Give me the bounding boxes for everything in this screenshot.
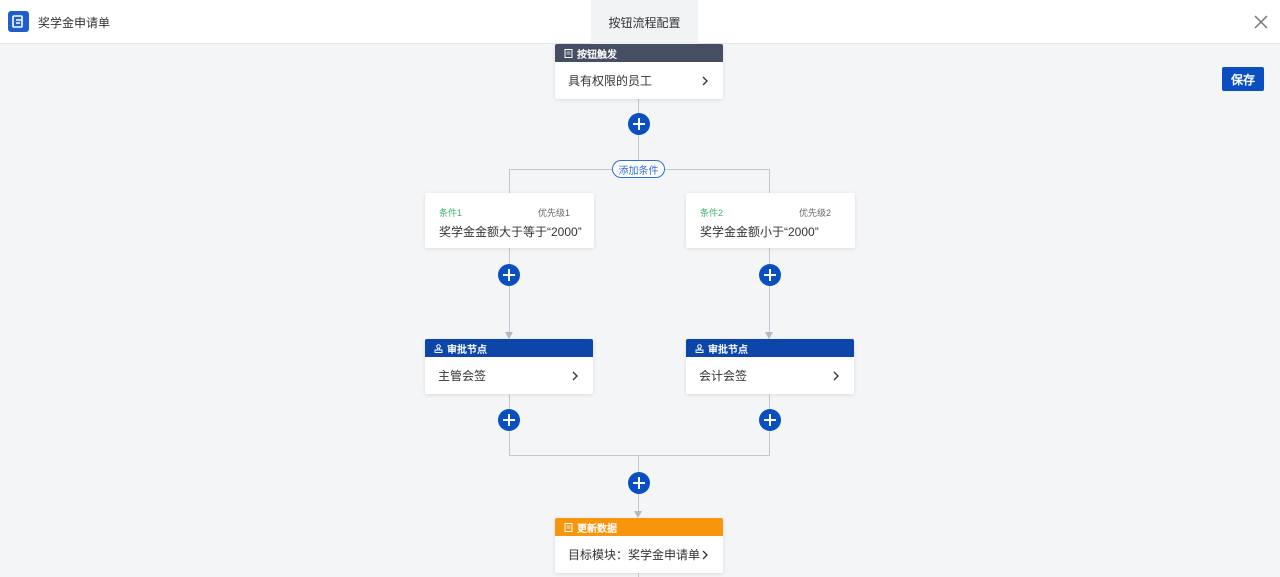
stamp-icon [695,343,704,353]
add-node-button[interactable] [759,264,781,286]
connector [769,169,770,194]
trigger-node-header: 按钮触发 [555,44,723,62]
add-node-button[interactable] [759,409,781,431]
connector [509,247,510,332]
update-data-node[interactable]: 更新数据 目标模块：奖学金申请单 [555,518,723,573]
add-node-button[interactable] [628,472,650,494]
trigger-node-title: 按钮触发 [577,49,617,61]
approval-node-title: 审批节点 [447,344,487,356]
top-bar: 奖学金申请单 按钮流程配置 [0,0,1280,44]
condition-card-1[interactable]: 条件1 优先级1 奖学金金额大于等于“2000” [425,193,594,248]
condition-expression: 奖学金金额小于“2000” [700,225,819,239]
update-data-node-header: 更新数据 [555,518,723,536]
trigger-node-text: 具有权限的员工 [568,74,653,88]
add-node-button[interactable] [628,113,650,135]
approval-node-2[interactable]: 审批节点 会计会签 [686,339,854,394]
document-icon [564,48,573,58]
chevron-right-icon [702,76,708,86]
approval-node-header: 审批节点 [686,339,854,357]
condition-expression: 奖学金金额大于等于“2000” [439,225,582,239]
stamp-icon [434,343,443,353]
connector [769,247,770,332]
update-data-node-title: 更新数据 [577,523,617,535]
close-icon[interactable] [1252,13,1270,31]
approval-node-header: 审批节点 [425,339,593,357]
connector [638,573,639,577]
tab-button-flow-config[interactable]: 按钮流程配置 [591,0,698,44]
add-node-button[interactable] [498,409,520,431]
condition-priority: 优先级2 [798,208,831,218]
connector [509,169,510,194]
update-data-node-text: 目标模块：奖学金申请单 [568,548,701,562]
add-condition-label: 添加条件 [618,165,659,177]
save-button[interactable]: 保存 [1222,67,1264,91]
app-logo-icon [8,11,29,32]
document-icon [564,522,573,532]
add-node-button[interactable] [498,264,520,286]
save-button-label: 保存 [1230,72,1255,87]
approval-node-text: 会计会签 [699,369,748,383]
connector [509,455,770,456]
chevron-right-icon [833,371,839,381]
add-condition-button[interactable]: 添加条件 [612,160,665,178]
approval-node-1[interactable]: 审批节点 主管会签 [425,339,593,394]
arrow-down-icon [505,332,513,339]
tab-label: 按钮流程配置 [608,15,681,30]
trigger-node[interactable]: 按钮触发 具有权限的员工 [555,44,723,99]
app-title: 奖学金申请单 [38,16,111,30]
arrow-down-icon [634,511,642,518]
condition-name: 条件2 [700,208,724,218]
condition-card-2[interactable]: 条件2 优先级2 奖学金金额小于“2000” [686,193,855,248]
approval-node-text: 主管会签 [438,369,487,383]
arrow-down-icon [765,332,773,339]
approval-node-title: 审批节点 [708,344,748,356]
chevron-right-icon [572,371,578,381]
chevron-right-icon [702,550,708,560]
condition-priority: 优先级1 [537,208,570,218]
condition-name: 条件1 [439,208,463,218]
